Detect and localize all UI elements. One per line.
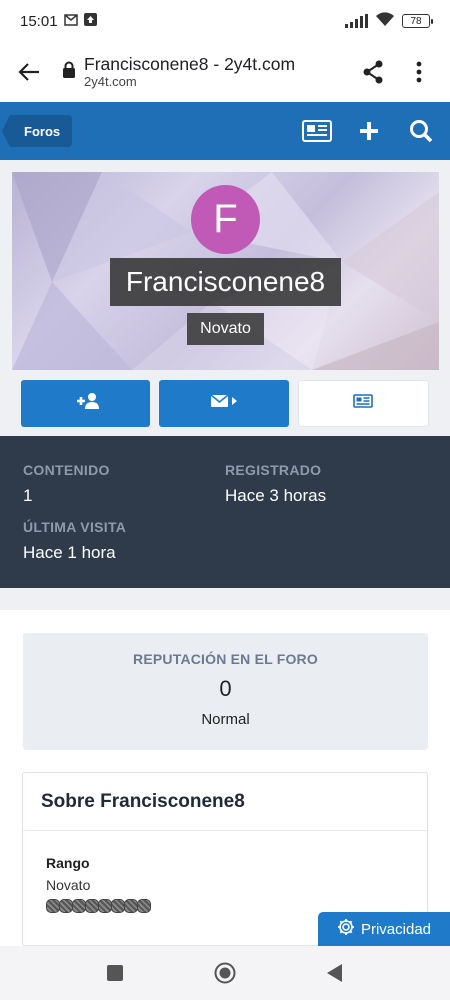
status-time: 15:01: [20, 12, 58, 30]
reputation-box: REPUTACIÓN EN EL FORO 0 Normal: [23, 633, 428, 750]
privacy-button[interactable]: Privacidad: [318, 912, 450, 946]
status-bar: 15:01 78: [0, 0, 450, 42]
recents-icon[interactable]: [102, 960, 128, 986]
profile-banner: F Francisconene8 Novato: [12, 172, 439, 370]
browser-toolbar: Francisconene8 - 2y4t.com 2y4t.com: [0, 42, 450, 102]
profile-username: Francisconene8: [110, 258, 341, 306]
rank-pip: [72, 899, 86, 913]
home-icon[interactable]: [212, 960, 238, 986]
user-title-badge: Novato: [187, 313, 264, 345]
rank-pip: [59, 899, 73, 913]
search-icon[interactable]: [406, 116, 436, 146]
upload-icon: [83, 13, 97, 29]
lock-icon: [62, 61, 76, 83]
stat-content-label: CONTENIDO: [23, 462, 110, 478]
send-message-icon: [210, 393, 238, 414]
stat-content: CONTENIDO 1: [23, 462, 110, 506]
battery-icon: 78: [402, 14, 433, 28]
plus-icon[interactable]: [354, 116, 384, 146]
address-bar[interactable]: Francisconene8 - 2y4t.com 2y4t.com: [62, 54, 344, 89]
add-friend-icon: [73, 392, 99, 415]
gmail-icon: [63, 13, 78, 29]
stat-registered-label: REGISTRADO: [225, 462, 322, 478]
signal-icon: [345, 14, 368, 28]
stat-content-value[interactable]: 1: [23, 486, 110, 506]
section-divider: [0, 588, 450, 610]
user-posts-button[interactable]: [297, 380, 429, 427]
stat-last-visit: ÚLTIMA VISITA Hace 1 hora: [23, 519, 126, 563]
share-icon[interactable]: [356, 55, 390, 89]
back-icon[interactable]: [322, 960, 348, 986]
rank-pip: [98, 899, 112, 913]
breadcrumb-foros[interactable]: Foros: [1, 115, 73, 147]
rank-value: Novato: [46, 877, 91, 893]
about-heading: Sobre Francisconene8: [23, 773, 427, 831]
stat-registered-value: Hace 3 horas: [225, 486, 327, 505]
avatar[interactable]: F: [191, 185, 260, 254]
more-vert-icon[interactable]: [402, 55, 436, 89]
back-arrow-icon[interactable]: [14, 57, 44, 87]
battery-level: 78: [410, 15, 422, 27]
profile-content: REPUTACIÓN EN EL FORO 0 Normal Sobre Fra…: [0, 610, 450, 946]
stat-last-visit-label: ÚLTIMA VISITA: [23, 519, 127, 535]
add-friend-button[interactable]: [21, 380, 151, 427]
rank-pips: [46, 899, 404, 913]
privacy-label: Privacidad: [360, 920, 432, 938]
stat-registered: REGISTRADO Hace 3 horas: [225, 462, 326, 506]
profile-header: F Francisconene8 Novato: [0, 160, 450, 436]
reputation-title: REPUTACIÓN EN EL FORO: [133, 651, 318, 667]
rank-pip: [85, 899, 99, 913]
page-domain: 2y4t.com: [84, 73, 137, 89]
rank-pip: [46, 899, 60, 913]
gear-icon: [337, 918, 355, 940]
system-navigation-bar: [0, 946, 450, 1000]
wifi-icon: [375, 11, 395, 31]
rank-label: Rango: [46, 855, 90, 871]
reputation-value: 0: [219, 676, 232, 701]
forum-navbar: Foros: [0, 102, 450, 160]
page-title: Francisconene8 - 2y4t.com: [84, 54, 296, 75]
stat-last-visit-value: Hace 1 hora: [23, 543, 116, 562]
rank-pip: [111, 899, 125, 913]
rank-pip: [137, 899, 151, 913]
news-icon: [353, 394, 374, 413]
news-icon[interactable]: [302, 116, 332, 146]
rank-pip: [124, 899, 138, 913]
reputation-level: Normal: [201, 711, 250, 728]
profile-stats: CONTENIDO 1 REGISTRADO Hace 3 horas ÚLTI…: [0, 436, 450, 588]
send-message-button[interactable]: [159, 380, 289, 427]
